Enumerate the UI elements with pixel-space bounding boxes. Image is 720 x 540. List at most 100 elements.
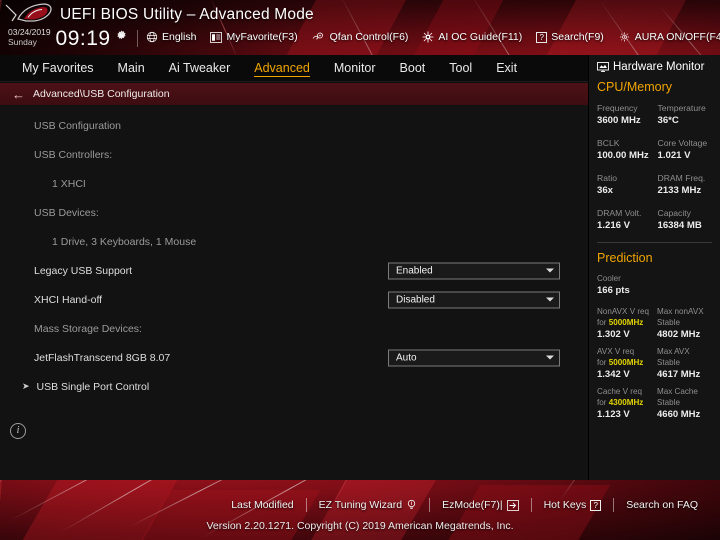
metric-key: Cache V req [597, 387, 642, 396]
tab-my-favorites[interactable]: My Favorites [22, 60, 94, 76]
tool-myfavorite[interactable]: MyFavorite(F3) [210, 31, 298, 43]
metric-value: 4802 MHz [657, 329, 701, 340]
ai-chip-icon [422, 31, 434, 43]
metric-value: 4660 MHz [657, 409, 701, 420]
breadcrumb-path: Advanced\USB Configuration [33, 88, 170, 100]
main-menu-bar: My Favorites Main Ai Tweaker Advanced Mo… [0, 55, 588, 82]
datetime-display: 03/24/2019 Sunday 09:19 [8, 27, 127, 50]
cpu-memory-row-0: Frequency Temperature 3600 MHz 36*C [597, 102, 712, 128]
prediction-cooler: Cooler 166 pts [597, 273, 712, 298]
exit-arrow-icon [506, 499, 519, 511]
row-xhci-hand-off: XHCI Hand-off Disabled [0, 285, 588, 314]
breadcrumb-bar: ← Advanced\USB Configuration [0, 83, 588, 105]
search-on-faq-button[interactable]: Search on FAQ [614, 499, 710, 511]
row-label: JetFlashTranscend 8GB 8.07 [34, 351, 171, 364]
row-label: Legacy USB Support [34, 264, 133, 277]
back-arrow-icon[interactable]: ← [12, 88, 25, 101]
select-value: Enabled [396, 265, 433, 276]
metric-value: 4617 MHz [657, 369, 701, 380]
metric-key-line2: Stable [657, 318, 680, 327]
link-label: Search on FAQ [626, 499, 698, 511]
metric-value: 3600 MHz [597, 115, 641, 126]
row-usb-configuration: USB Configuration [0, 111, 588, 140]
link-label: EzMode(F7)| [442, 499, 503, 511]
tool-label: English [162, 31, 197, 43]
tab-advanced[interactable]: Advanced [254, 60, 310, 77]
monitor-icon [597, 61, 609, 72]
tool-ai-oc-guide[interactable]: AI OC Guide(F11) [422, 31, 522, 43]
tab-boot[interactable]: Boot [400, 60, 426, 76]
metric-key-line2: Stable [657, 358, 680, 367]
row-xhci-count: 1 XHCI [0, 169, 588, 198]
prediction-block-nonavx: NonAVX V req for 5000MHz Max nonAVX Stab… [597, 306, 712, 342]
row-label: XHCI Hand-off [34, 293, 103, 306]
tab-monitor[interactable]: Monitor [334, 60, 376, 76]
tool-label: Search(F9) [551, 31, 604, 43]
sidebar-divider [597, 242, 712, 243]
hardware-monitor-sidebar: Hardware Monitor CPU/Memory Frequency Te… [588, 55, 720, 480]
sidebar-title-label: Hardware Monitor [613, 61, 705, 73]
chevron-right-icon: ➤ [22, 381, 30, 391]
tool-label: Qfan Control(F6) [329, 31, 409, 43]
header-tools: English MyFavorite(F3) Qfan Control(F6) [146, 31, 720, 43]
submenu-usb-single-port-control[interactable]: ➤ USB Single Port Control [0, 372, 588, 401]
ezmode-button[interactable]: EzMode(F7)| [430, 499, 531, 511]
metric-key-line2: Stable [657, 398, 680, 407]
gear-icon[interactable] [116, 30, 127, 41]
cpu-memory-row-1: BCLK Core Voltage 100.00 MHz 1.021 V [597, 137, 712, 163]
metric-key: DRAM Volt. [597, 208, 642, 218]
question-box-icon: ? [590, 499, 602, 511]
question-box-icon: ? [536, 31, 548, 43]
metric-value: 2133 MHz [657, 185, 702, 196]
row-label: Mass Storage Devices: [34, 322, 142, 335]
select-value: Auto [396, 352, 417, 363]
row-usb-devices: USB Devices: [0, 198, 588, 227]
tool-search[interactable]: ? Search(F9) [536, 31, 604, 43]
row-label: 1 Drive, 3 Keyboards, 1 Mouse [52, 235, 197, 248]
metric-value: 1.216 V [597, 220, 631, 231]
metric-key: DRAM Freq. [657, 173, 706, 183]
tab-ai-tweaker[interactable]: Ai Tweaker [169, 60, 231, 76]
metric-key-line2: for 5000MHz [597, 358, 644, 367]
row-usb-controllers: USB Controllers: [0, 140, 588, 169]
chevron-down-icon [546, 297, 554, 302]
row-label: USB Configuration [34, 119, 121, 132]
tab-tool[interactable]: Tool [449, 60, 472, 76]
jetflash-device-select[interactable]: Auto [388, 349, 560, 366]
metric-value: 36*C [657, 115, 679, 126]
tool-english[interactable]: English [146, 31, 196, 43]
tab-main[interactable]: Main [118, 60, 145, 76]
last-modified-button[interactable]: Last Modified [219, 499, 305, 511]
metric-key: Max AVX [657, 347, 690, 356]
metric-key: Core Voltage [657, 138, 708, 148]
hot-keys-button[interactable]: Hot Keys ? [532, 499, 614, 511]
metric-key: Max nonAVX [657, 307, 704, 316]
prediction-block-cache: Cache V req for 4300MHz Max Cache Stable… [597, 386, 712, 422]
weekday-text: Sunday [8, 36, 37, 47]
tab-exit[interactable]: Exit [496, 60, 517, 76]
cpu-memory-row-2: Ratio DRAM Freq. 36x 2133 MHz [597, 172, 712, 198]
metric-value: 1.342 V [597, 369, 630, 380]
metric-key: Ratio [597, 173, 618, 183]
ez-tuning-wizard-button[interactable]: EZ Tuning Wizard [307, 499, 429, 511]
info-circle-icon[interactable]: i [10, 423, 26, 439]
metric-key: Capacity [657, 208, 691, 218]
section-cpu-memory: CPU/Memory [597, 80, 673, 94]
bottom-bar: Last Modified EZ Tuning Wizard EzMode(F7… [0, 480, 720, 540]
chevron-down-icon [546, 355, 554, 360]
xhci-hand-off-select[interactable]: Disabled [388, 291, 560, 308]
highlight-freq: 4300MHz [608, 398, 644, 407]
header-bar: UEFI BIOS Utility – Advanced Mode 03/24/… [0, 0, 720, 55]
time-text: 09:19 [55, 27, 111, 50]
tool-aura[interactable]: AURA ON/OFF(F4) [618, 31, 720, 43]
bios-screen: UEFI BIOS Utility – Advanced Mode 03/24/… [0, 0, 720, 540]
link-label: Hot Keys [543, 499, 587, 511]
version-text: Version 2.20.1271. Copyright (C) 2019 Am… [206, 520, 514, 532]
tool-qfan-control[interactable]: Qfan Control(F6) [312, 31, 409, 43]
legacy-usb-support-select[interactable]: Enabled [388, 262, 560, 279]
metric-key: BCLK [597, 138, 620, 148]
metric-value: 166 pts [597, 285, 630, 296]
metric-value: 1.021 V [657, 150, 691, 161]
bottom-links: Last Modified EZ Tuning Wizard EzMode(F7… [0, 498, 720, 512]
metric-key-line2: for 5000MHz [597, 318, 644, 327]
